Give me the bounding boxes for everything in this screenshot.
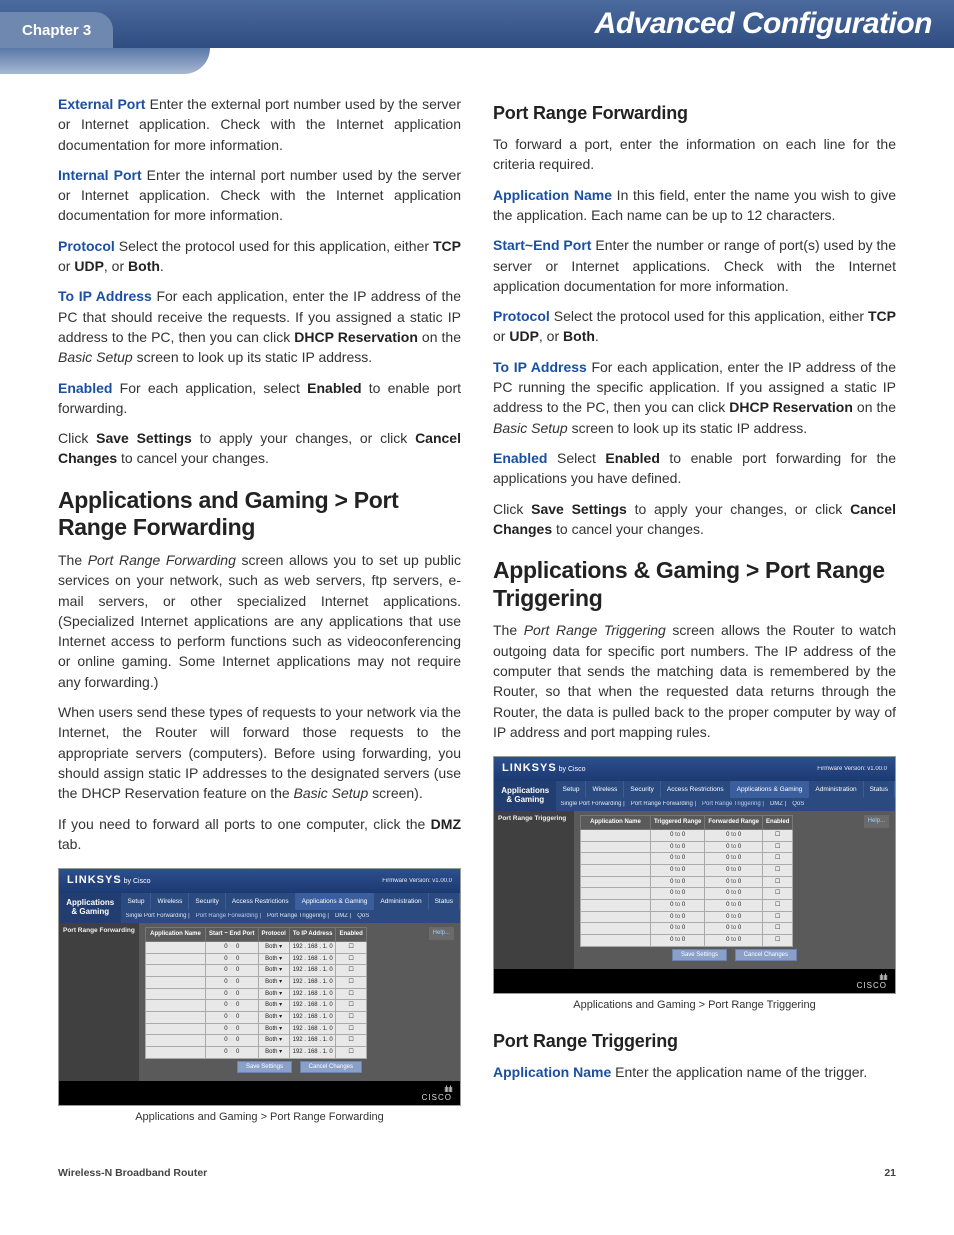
table-row: 0 to 0Both ▾192 . 168 . 1. 0☐ bbox=[146, 988, 367, 1000]
nav-tab[interactable]: Wireless bbox=[586, 781, 624, 798]
table-row: 0 to 00 to 0☐ bbox=[581, 864, 793, 876]
sub-tab[interactable]: DMZ | bbox=[770, 800, 786, 809]
footer-page-number: 21 bbox=[884, 1166, 896, 1181]
para-internal-port: Internal Port Enter the internal port nu… bbox=[58, 165, 461, 226]
nav-tab[interactable]: Security bbox=[624, 781, 660, 798]
page-title: Advanced Configuration bbox=[595, 2, 932, 46]
table-row: 0 to 00 to 0☐ bbox=[581, 829, 793, 841]
forwarding-table: Application NameStart ~ End PortProtocol… bbox=[145, 927, 367, 1059]
table-row: 0 to 0Both ▾192 . 168 . 1. 0☐ bbox=[146, 1000, 367, 1012]
para-prf-3: If you need to forward all ports to one … bbox=[58, 814, 461, 855]
sub-tab[interactable]: Single Port Forwarding | bbox=[560, 800, 624, 809]
para-prf-intro: To forward a port, enter the information… bbox=[493, 134, 896, 175]
right-column: Port Range Forwarding To forward a port,… bbox=[493, 86, 896, 1140]
firmware-label: Firmware Version: v1.00.0 bbox=[382, 877, 452, 886]
table-row: 0 to 00 to 0☐ bbox=[581, 935, 793, 947]
header-curve bbox=[0, 48, 210, 74]
table-row: 0 to 0Both ▾192 . 168 . 1. 0☐ bbox=[146, 1011, 367, 1023]
para-prf-1: The Port Range Forwarding screen allows … bbox=[58, 550, 461, 692]
table-row: 0 to 0Both ▾192 . 168 . 1. 0☐ bbox=[146, 1047, 367, 1059]
screenshot-caption-2: Applications and Gaming > Port Range Tri… bbox=[493, 998, 896, 1014]
side-title: Port Range Triggering bbox=[494, 811, 574, 969]
page-header: Chapter 3 Advanced Configuration bbox=[0, 0, 954, 48]
table-row: 0 to 0Both ▾192 . 168 . 1. 0☐ bbox=[146, 1023, 367, 1035]
screenshot-port-range-forwarding: LINKSYS by Cisco Firmware Version: v1.00… bbox=[58, 868, 461, 1106]
nav-tab[interactable]: Setup bbox=[121, 893, 151, 910]
panel-title: Applications & Gaming bbox=[59, 893, 121, 923]
screenshot-caption-1: Applications and Gaming > Port Range For… bbox=[58, 1110, 461, 1126]
left-column: External Port Enter the external port nu… bbox=[58, 86, 461, 1140]
para-appname-trigger: Application Name Enter the application n… bbox=[493, 1062, 896, 1082]
side-title: Port Range Forwarding bbox=[59, 923, 139, 1081]
triggering-table: Application NameTriggered RangeForwarded… bbox=[580, 815, 793, 947]
heading-port-range-forwarding: Applications and Gaming > Port Range For… bbox=[58, 487, 461, 542]
table-row: 0 to 0Both ▾192 . 168 . 1. 0☐ bbox=[146, 941, 367, 953]
sub-tab[interactable]: DMZ | bbox=[335, 912, 351, 921]
table-row: 0 to 00 to 0☐ bbox=[581, 888, 793, 900]
para-external-port: External Port Enter the external port nu… bbox=[58, 94, 461, 155]
sub-tab[interactable]: QoS bbox=[792, 800, 804, 809]
screenshot-port-range-triggering: LINKSYS by Cisco Firmware Version: v1.00… bbox=[493, 756, 896, 994]
nav-tab[interactable]: Administration bbox=[374, 893, 428, 910]
para-save-right: Click Save Settings to apply your change… bbox=[493, 499, 896, 540]
nav-tab[interactable]: Applications & Gaming bbox=[296, 893, 375, 910]
subheading-prf: Port Range Forwarding bbox=[493, 100, 896, 126]
help-link[interactable]: Help... bbox=[429, 927, 454, 940]
sub-tab[interactable]: Port Range Triggering | bbox=[267, 912, 329, 921]
firmware-label: Firmware Version: v1.00.0 bbox=[817, 765, 887, 774]
table-row: 0 to 0Both ▾192 . 168 . 1. 0☐ bbox=[146, 953, 367, 965]
sub-tab[interactable]: QoS bbox=[357, 912, 369, 921]
para-save-left: Click Save Settings to apply your change… bbox=[58, 428, 461, 469]
para-toip-right: To IP Address For each application, ente… bbox=[493, 357, 896, 438]
para-prt-1: The Port Range Triggering screen allows … bbox=[493, 620, 896, 742]
linksys-logo: LINKSYS by Cisco bbox=[67, 874, 150, 886]
para-enabled-left: Enabled For each application, select Ena… bbox=[58, 378, 461, 419]
nav-tab[interactable]: Status bbox=[864, 781, 895, 798]
table-row: 0 to 0Both ▾192 . 168 . 1. 0☐ bbox=[146, 965, 367, 977]
cancel-changes-button[interactable]: Cancel Changes bbox=[735, 949, 797, 961]
nav-tab[interactable]: Status bbox=[429, 893, 460, 910]
page-footer: Wireless-N Broadband Router 21 bbox=[0, 1140, 954, 1181]
sub-tab[interactable]: Single Port Forwarding | bbox=[125, 912, 189, 921]
para-protocol-right: Protocol Select the protocol used for th… bbox=[493, 306, 896, 347]
panel-title: Applications & Gaming bbox=[494, 781, 556, 811]
cisco-logo: ılıılıCISCO bbox=[857, 973, 887, 988]
table-row: 0 to 0Both ▾192 . 168 . 1. 0☐ bbox=[146, 976, 367, 988]
nav-tab[interactable]: Wireless bbox=[151, 893, 189, 910]
heading-port-range-triggering: Applications & Gaming > Port Range Trigg… bbox=[493, 557, 896, 612]
para-appname-r: Application Name In this field, enter th… bbox=[493, 185, 896, 226]
nav-tab[interactable]: Setup bbox=[556, 781, 586, 798]
subheading-prt: Port Range Triggering bbox=[493, 1028, 896, 1054]
para-prf-2: When users send these types of requests … bbox=[58, 702, 461, 803]
table-row: 0 to 00 to 0☐ bbox=[581, 911, 793, 923]
nav-tab[interactable]: Access Restrictions bbox=[226, 893, 296, 910]
linksys-logo: LINKSYS by Cisco bbox=[502, 762, 585, 774]
sub-tab[interactable]: Port Range Forwarding | bbox=[631, 800, 696, 809]
nav-tab[interactable]: Administration bbox=[809, 781, 863, 798]
nav-tab[interactable]: Applications & Gaming bbox=[731, 781, 810, 798]
term-external-port: External Port bbox=[58, 96, 145, 112]
sub-tab[interactable]: Port Range Triggering | bbox=[702, 800, 764, 809]
chapter-label: Chapter 3 bbox=[0, 12, 113, 48]
cisco-logo: ılıılıCISCO bbox=[422, 1085, 452, 1100]
nav-tab[interactable]: Access Restrictions bbox=[661, 781, 731, 798]
table-row: 0 to 00 to 0☐ bbox=[581, 841, 793, 853]
para-enabled-right: Enabled Select Enabled to enable port fo… bbox=[493, 448, 896, 489]
table-row: 0 to 00 to 0☐ bbox=[581, 876, 793, 888]
table-row: 0 to 00 to 0☐ bbox=[581, 923, 793, 935]
para-toip-left: To IP Address For each application, ente… bbox=[58, 286, 461, 367]
para-startend: Start~End Port Enter the number or range… bbox=[493, 235, 896, 296]
table-row: 0 to 0Both ▾192 . 168 . 1. 0☐ bbox=[146, 1035, 367, 1047]
sub-tab[interactable]: Port Range Forwarding | bbox=[196, 912, 261, 921]
save-settings-button[interactable]: Save Settings bbox=[672, 949, 727, 961]
save-settings-button[interactable]: Save Settings bbox=[237, 1061, 292, 1073]
cancel-changes-button[interactable]: Cancel Changes bbox=[300, 1061, 362, 1073]
term-internal-port: Internal Port bbox=[58, 167, 142, 183]
table-row: 0 to 00 to 0☐ bbox=[581, 853, 793, 865]
para-protocol-left: Protocol Select the protocol used for th… bbox=[58, 236, 461, 277]
table-row: 0 to 00 to 0☐ bbox=[581, 899, 793, 911]
footer-product: Wireless-N Broadband Router bbox=[58, 1166, 207, 1181]
nav-tab[interactable]: Security bbox=[189, 893, 225, 910]
help-link[interactable]: Help... bbox=[864, 815, 889, 828]
